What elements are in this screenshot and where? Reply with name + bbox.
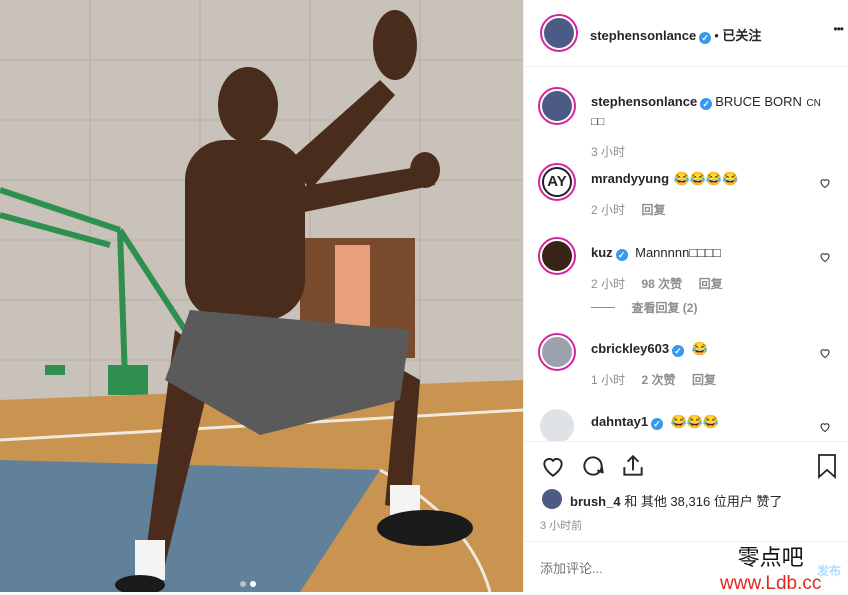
- caption-time: 3 小时: [591, 145, 626, 159]
- post-photo[interactable]: [0, 0, 523, 592]
- carousel-indicator: [238, 574, 258, 592]
- reply-button[interactable]: 回复: [641, 203, 665, 217]
- header-avatar[interactable]: [540, 14, 578, 52]
- follow-status-button[interactable]: 已关注: [722, 28, 761, 43]
- header-separator: •: [714, 28, 719, 43]
- caption-suffix-1: CN: [806, 98, 821, 109]
- more-options-icon[interactable]: •••: [833, 22, 844, 36]
- bookmark-icon[interactable]: [815, 453, 839, 479]
- caption-suffix-2: □□: [591, 116, 605, 128]
- post-header: stephensonlance ✓ • 已关注 •••: [524, 0, 848, 66]
- comment-username[interactable]: cbrickley603: [591, 341, 669, 356]
- comment-icon[interactable]: [580, 453, 606, 479]
- comment-text: 😂😂😂: [670, 414, 720, 429]
- verified-icon: ✓: [672, 345, 685, 357]
- liked-by-username[interactable]: brush_4: [570, 494, 621, 509]
- reply-button[interactable]: 回复: [692, 373, 716, 387]
- post-sidebar: stephensonlance ✓ • 已关注 ••• stephensonlanc…: [523, 0, 848, 594]
- comment-likes[interactable]: 98 次赞: [641, 277, 682, 291]
- comment-username[interactable]: dahntay1: [591, 414, 648, 429]
- post-time: 3 小时前: [540, 520, 583, 532]
- comment-avatar[interactable]: [538, 333, 576, 371]
- comment-username[interactable]: mrandyyung: [591, 171, 669, 186]
- comment-likes[interactable]: 2 次赞: [641, 373, 675, 387]
- comment-box: 发布: [524, 542, 848, 592]
- comment-heart-icon[interactable]: [819, 251, 831, 263]
- carousel-dot-active: [250, 581, 256, 587]
- replies-line: [591, 307, 615, 309]
- action-bar: [524, 450, 848, 484]
- comment-text: 😂😂😂😂: [673, 171, 739, 186]
- comment-username[interactable]: kuz: [591, 245, 613, 260]
- header-username[interactable]: stephensonlance: [590, 28, 696, 43]
- liked-by: brush_4 和 其他 38,316 位用户 赞了: [524, 488, 848, 510]
- caption-avatar[interactable]: [538, 87, 576, 125]
- verified-icon: ✓: [651, 418, 664, 430]
- verified-icon: ✓: [615, 249, 628, 261]
- liked-by-text[interactable]: 和 其他 38,316 位用户 赞了: [624, 494, 782, 509]
- comment-text: 😂: [691, 341, 708, 356]
- post-image: [0, 0, 523, 592]
- verified-icon: ✓: [699, 32, 712, 44]
- heart-icon[interactable]: [540, 453, 566, 479]
- reply-button[interactable]: 回复: [699, 277, 723, 291]
- view-replies-button[interactable]: 查看回复 (2): [631, 301, 697, 315]
- comment-heart-icon[interactable]: [819, 421, 831, 433]
- comment-heart-icon[interactable]: [819, 177, 831, 189]
- comment-time: 2 小时: [591, 277, 626, 291]
- liked-by-avatar[interactable]: [542, 489, 562, 509]
- comment-heart-icon[interactable]: [819, 347, 831, 359]
- verified-icon: ✓: [700, 98, 713, 110]
- comment-time: 1 小时: [591, 373, 626, 387]
- comment-text: Mannnnn□□□□: [635, 245, 721, 260]
- comments-list[interactable]: stephensonlance ✓ BRUCE BORN CN □□ 3 小时 AY…: [524, 67, 848, 441]
- comment-avatar[interactable]: [538, 237, 576, 275]
- comment-time: 2 小时: [591, 203, 626, 217]
- caption-text: BRUCE BORN: [715, 94, 802, 109]
- comment-avatar[interactable]: AY: [538, 163, 576, 201]
- post-comment-button[interactable]: 发布: [817, 562, 841, 579]
- carousel-dot: [240, 581, 246, 587]
- comment-input[interactable]: [538, 556, 772, 580]
- comment-avatar[interactable]: [540, 409, 574, 441]
- share-icon[interactable]: [620, 453, 646, 479]
- caption-username[interactable]: stephensonlance: [591, 94, 697, 109]
